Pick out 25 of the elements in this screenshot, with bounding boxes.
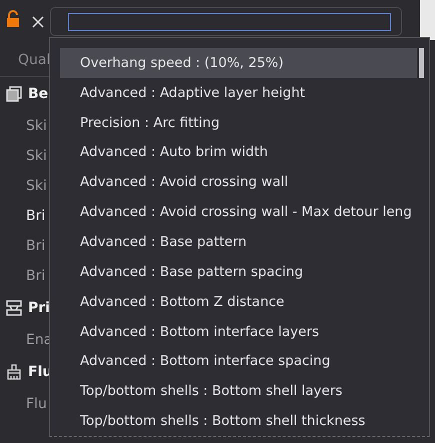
result-item[interactable]: Advanced : Bottom interface layers — [60, 316, 417, 346]
result-item[interactable]: Advanced : Avoid crossing wall — [60, 167, 417, 198]
layers-icon — [6, 86, 22, 102]
result-item[interactable]: Advanced : Bottom interface spacing — [60, 346, 417, 376]
sidebar-tab[interactable]: Qual — [18, 52, 50, 68]
support-icon — [6, 300, 22, 316]
close-icon[interactable] — [32, 16, 44, 28]
result-item[interactable]: Advanced : Avoid crossing wall - Max detour leng — [60, 197, 417, 228]
result-item[interactable]: Advanced : Auto brim width — [60, 138, 417, 168]
result-item[interactable]: Top/bottom shells : Bottom shell thickness — [60, 406, 417, 436]
result-item[interactable]: Advanced : Adaptive layer height — [60, 78, 417, 108]
result-item[interactable]: Precision : Arc fitting — [60, 108, 417, 138]
search-field[interactable] — [50, 7, 402, 36]
scrollbar[interactable] — [419, 48, 424, 78]
result-item[interactable]: Advanced : Bottom Z distance — [60, 286, 417, 317]
section-title[interactable]: Pri — [28, 300, 50, 316]
setting-label[interactable]: Bri — [26, 208, 46, 224]
result-item[interactable]: Overhang speed : (10%, 25%) — [60, 48, 417, 78]
section-title[interactable]: Be — [28, 86, 48, 102]
lock-icon[interactable] — [6, 10, 20, 26]
brush-icon — [6, 364, 22, 380]
result-item[interactable]: Advanced : Base pattern spacing — [60, 256, 417, 287]
background-panel — [420, 0, 435, 40]
result-item[interactable]: Advanced : Base pattern — [60, 227, 417, 257]
result-item[interactable]: Top/bottom shells : Bottom shell layers — [60, 376, 417, 406]
